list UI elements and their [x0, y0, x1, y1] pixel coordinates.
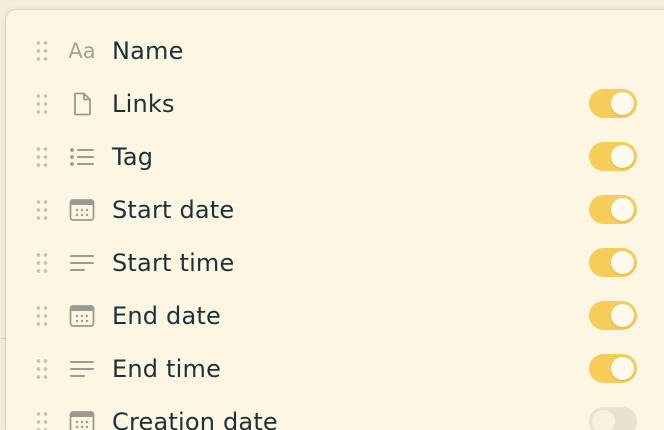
property-label: Creation date: [112, 408, 278, 430]
property-row-links: Links: [6, 77, 664, 130]
visibility-toggle[interactable]: [589, 301, 637, 330]
visibility-toggle[interactable]: [589, 354, 637, 383]
property-label: Name: [112, 37, 184, 65]
drag-handle-icon[interactable]: [36, 358, 48, 380]
visibility-toggle[interactable]: [589, 407, 637, 430]
drag-handle-icon[interactable]: [36, 252, 48, 274]
drag-handle-icon[interactable]: [36, 199, 48, 221]
property-label: End time: [112, 355, 221, 383]
property-visibility-panel: Aa Name Links Tag: [6, 10, 664, 430]
property-row-end-date: End date: [6, 289, 664, 342]
text-lines-icon: [68, 250, 96, 276]
toggle-knob: [611, 251, 634, 274]
list-icon: [68, 144, 96, 170]
drag-handle-icon[interactable]: [36, 146, 48, 168]
drag-handle-icon[interactable]: [36, 411, 48, 430]
calendar-icon: [68, 303, 96, 329]
visibility-toggle[interactable]: [589, 248, 637, 277]
toggle-knob: [592, 410, 615, 430]
text-type-icon: Aa: [68, 38, 96, 64]
property-label: Start date: [112, 196, 234, 224]
file-icon: [68, 91, 96, 117]
calendar-icon: [68, 197, 96, 223]
toggle-knob: [611, 145, 634, 168]
visibility-toggle[interactable]: [589, 89, 637, 118]
visibility-toggle[interactable]: [589, 195, 637, 224]
drag-handle-icon[interactable]: [36, 40, 48, 62]
calendar-icon: [68, 409, 96, 430]
property-label: Links: [112, 90, 175, 118]
drag-handle-icon[interactable]: [36, 305, 48, 327]
visibility-toggle[interactable]: [589, 142, 637, 171]
property-label: Start time: [112, 249, 234, 277]
property-label: Tag: [112, 143, 153, 171]
property-row-end-time: End time: [6, 342, 664, 395]
drag-handle-icon[interactable]: [36, 93, 48, 115]
property-row-tag: Tag: [6, 130, 664, 183]
property-row-name: Aa Name: [6, 24, 664, 77]
property-row-start-time: Start time: [6, 236, 664, 289]
toggle-knob: [611, 198, 634, 221]
toggle-knob: [611, 357, 634, 380]
property-row-creation-date: Creation date: [6, 395, 664, 430]
toggle-knob: [611, 304, 634, 327]
text-lines-icon: [68, 356, 96, 382]
property-label: End date: [112, 302, 221, 330]
property-row-start-date: Start date: [6, 183, 664, 236]
toggle-knob: [611, 92, 634, 115]
